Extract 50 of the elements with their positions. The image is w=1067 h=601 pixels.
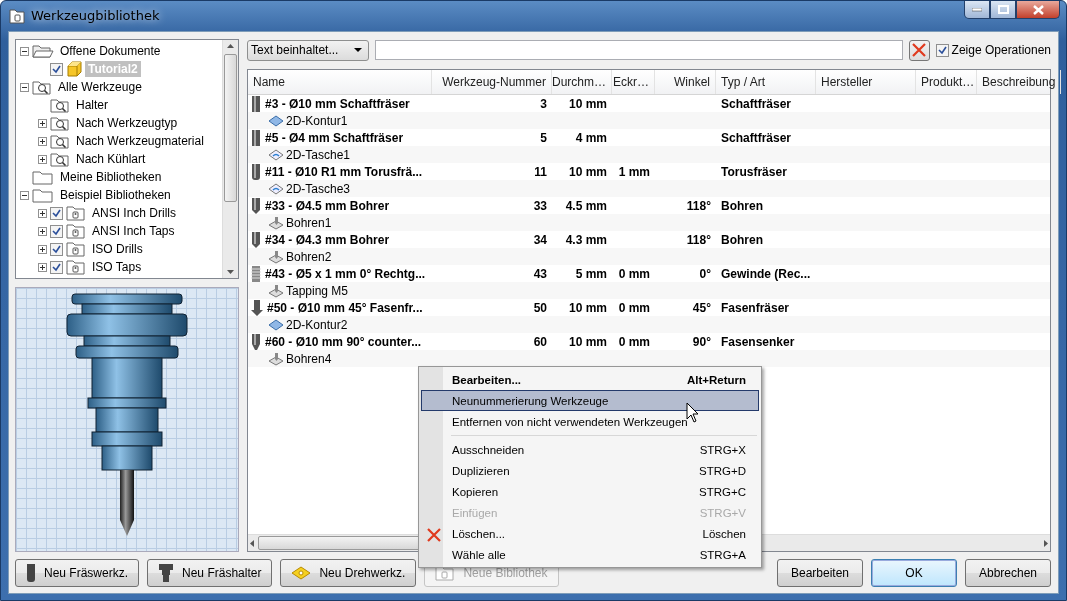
table-cell: 3 — [540, 96, 547, 111]
table-cell: 0 mm — [618, 266, 650, 281]
table-cell: Bohren — [721, 198, 763, 213]
operation-name: Bohren4 — [286, 351, 332, 366]
table-cell: 118° — [686, 198, 711, 213]
tool-name: #33 - Ø4.5 mm Bohrer — [265, 198, 390, 213]
table-cell: 43 — [533, 266, 547, 281]
table-cell: Gewinde (Rec... — [721, 266, 811, 281]
table-cell: 10 mm — [568, 300, 607, 315]
table-cell: 60 — [533, 334, 547, 349]
operation-name: 2D-Tasche1 — [286, 147, 351, 162]
tool-name: #50 - Ø10 mm 45° Fasenfr... — [267, 300, 423, 315]
table-cell: 0 mm — [618, 300, 650, 315]
tool-name: #43 - Ø5 x 1 mm 0° Rechtg... — [265, 266, 426, 281]
operation-name: 2D-Kontur2 — [286, 317, 348, 332]
operation-name: 2D-Tasche3 — [286, 181, 351, 196]
operation-name: Bohren2 — [286, 249, 332, 264]
table-cell: 10 mm — [568, 96, 607, 111]
table-cell: 0 mm — [618, 334, 650, 349]
table-cell: 1 mm — [618, 164, 650, 179]
table-cell: 90° — [692, 334, 711, 349]
tool-name: #34 - Ø4.3 mm Bohrer — [265, 232, 390, 247]
operation-name: 2D-Kontur1 — [286, 113, 348, 128]
window-title: Werkzeugbibliothek — [31, 8, 160, 23]
table-cell: 11 — [534, 164, 547, 179]
table-cell: 10 mm — [568, 334, 607, 349]
table-cell: 5 mm — [575, 266, 607, 281]
table-cell: 33 — [533, 198, 547, 213]
table-cell: 0° — [699, 266, 711, 281]
tool-name: #5 - Ø4 mm Schaftfräser — [265, 130, 404, 145]
table-cell: 118° — [686, 232, 711, 247]
operation-name: Tapping M5 — [286, 283, 349, 298]
table-cell: 5 — [540, 130, 547, 145]
table-cell: Schaftfräser — [721, 130, 792, 145]
tool-name: #60 - Ø10 mm 90° counter... — [265, 334, 422, 349]
operation-name: Bohren1 — [286, 215, 332, 230]
table-cell: Fasensenker — [721, 334, 795, 349]
table-cell: 4.3 mm — [565, 232, 607, 247]
table-cell: Torusfräser — [721, 164, 787, 179]
table-cell: Fasenfräser — [721, 300, 790, 315]
tool-name: #3 - Ø10 mm Schaftfräser — [265, 96, 410, 111]
table-cell: Schaftfräser — [721, 96, 792, 111]
table-cell: 34 — [533, 232, 547, 247]
table-cell: 10 mm — [568, 164, 607, 179]
tool-name: #11 - Ø10 R1 mm Torusfrä... — [265, 164, 423, 179]
table-cell: Bohren — [721, 232, 763, 247]
table-cell: 45° — [692, 300, 711, 315]
table-cell: 50 — [533, 300, 547, 315]
table-cell: 4 mm — [575, 130, 607, 145]
table-cell: 4.5 mm — [565, 198, 607, 213]
